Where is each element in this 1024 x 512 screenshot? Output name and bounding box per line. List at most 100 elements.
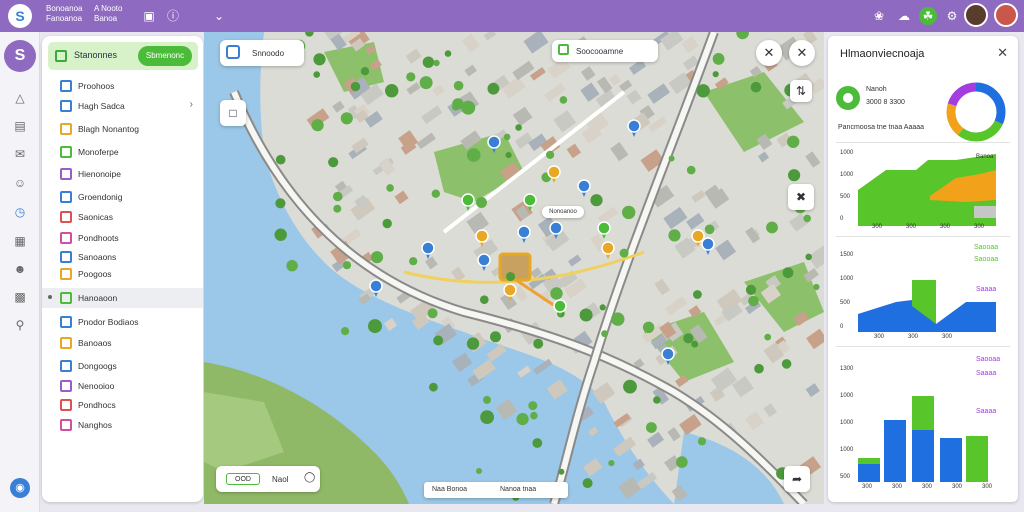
settings-icon[interactable]: ⚙ [943,7,961,25]
axis-tick-label: 0 [840,324,844,330]
sidebar-item[interactable]: Hanoaoon [42,288,203,308]
sidebar-item[interactable]: Proohoos [42,76,203,96]
leaf-icon[interactable]: ☘ [919,7,937,25]
map-view[interactable]: Snnoodo Soocooamne □ ✕ ✕ ⇅ ✖ Nonoanoo OO… [204,32,824,504]
brand-icon[interactable]: S [4,40,36,72]
divider [836,142,1010,143]
tree [340,112,353,125]
axis-tick-label: 300 [872,224,883,230]
tree [668,229,681,242]
close-icon[interactable]: ✕ [789,40,815,66]
tree [558,468,565,475]
measure-icon[interactable]: ✖ [788,184,814,210]
building [533,358,553,375]
tree [466,148,481,162]
tools-icon[interactable]: ✕ [756,40,782,66]
sidebar-item[interactable]: Blagh Nonantog [42,119,203,139]
sidebar-item-label: Hienonoipe [78,169,122,179]
group-icon[interactable]: ☻ [12,261,28,277]
map-canvas[interactable] [204,32,824,504]
sidebar-item[interactable]: Nanghos [42,415,203,435]
sidebar-item-label: Nenooioo [78,381,115,391]
bag-icon[interactable]: ▣ [140,7,158,25]
sidebar-item[interactable]: Nenooioo [42,376,203,396]
share-icon[interactable]: ➦ [784,466,810,492]
sidebar-item-icon [60,292,72,304]
tree [611,312,625,326]
menu-group-2[interactable]: A Nooto Banoa [94,4,122,24]
tree [582,478,593,489]
sidebar-item-icon [60,268,72,280]
sidebar-item[interactable]: Pondhoots [42,228,203,248]
sidebar-item-label: Monoferpe [78,147,119,157]
sidebar-item-label: Proohoos [78,81,115,91]
tree [516,413,529,426]
mail-icon[interactable]: ✉ [12,146,28,162]
sidebar-item-icon [60,191,72,203]
app-logo-icon[interactable]: S [8,4,32,28]
building [546,379,568,400]
tree [754,363,764,374]
axis-tick-label: 300 [952,484,963,490]
sidebar-item[interactable]: Banoaos [42,333,203,353]
divider [836,346,1010,347]
panel-action-button[interactable]: Sbmenonc [138,46,192,66]
chevron-right-icon[interactable]: › [190,99,193,110]
map-popup[interactable]: Nonoanoo [542,206,584,218]
sidebar-item[interactable]: Hagh Sadca › [42,96,203,116]
document-icon[interactable]: ▤ [12,118,28,134]
help-icon[interactable]: ◉ [10,478,30,498]
info-icon[interactable]: ⓘ [164,7,182,25]
tree [386,184,394,192]
lock-icon[interactable]: ⚲ [12,317,28,333]
tree [579,308,593,322]
scale-chip: OOD [226,473,260,485]
sidebar-item[interactable]: Saonicas [42,207,203,227]
map-scale-control[interactable]: OOD Naol ◯ [216,466,320,492]
sidebar-item-label: Nanghos [78,420,113,430]
axis-tick-label: 1000 [840,393,854,399]
tree [782,267,794,279]
sidebar-item[interactable]: Monoferpe [42,142,203,162]
tree [487,82,500,95]
map-icon[interactable]: ▦ [12,233,28,249]
cloud-icon[interactable]: ☁ [895,7,913,25]
map-search-box[interactable]: Snnoodo [220,40,304,66]
tree [766,221,778,234]
sidebar-item[interactable]: Dongoogs [42,356,203,376]
tree [350,81,361,92]
menu-group-1[interactable]: Bonoanoa Fanoanoa [46,4,82,24]
avatar[interactable] [994,3,1018,27]
tree [646,422,657,433]
clock-icon[interactable]: ◷ [12,204,28,220]
axis-tick-label: 1000 [840,447,854,453]
sidebar-item[interactable]: Poogoos [42,264,203,284]
sidebar-item[interactable]: Pondhocs [42,395,203,415]
tree [360,67,370,76]
sidebar-item[interactable]: Groendonig [42,187,203,207]
tree [787,135,800,148]
status-left: Naa Bonoa [432,486,468,493]
sidebar-item[interactable]: Hienonoipe [42,164,203,184]
home-icon[interactable]: △ [12,90,28,106]
brush-icon[interactable]: ❀ [870,7,888,25]
avatar[interactable] [964,3,988,27]
chevron-down-icon[interactable]: ⌄ [210,7,228,25]
layers-icon[interactable]: ⇅ [790,80,812,102]
map-chip[interactable]: Soocooamne [552,40,658,62]
sidebar-item[interactable]: Pnodor Bodiaos [42,312,203,332]
axis-tick-label: 500 [840,474,851,480]
axis-tick-label: 1000 [840,172,854,178]
bookmark-icon[interactable]: □ [220,100,246,126]
axis-tick-label: 300 [906,224,917,230]
stat-icon [836,86,860,110]
user-icon[interactable]: ☺ [12,175,28,191]
tree [429,382,438,392]
tree [642,321,655,333]
tree [623,379,637,394]
tree [452,103,460,111]
sidebar-item-label: Banoaos [78,338,112,348]
chart-icon[interactable]: ▩ [12,289,28,305]
close-icon[interactable]: ✕ [997,45,1008,61]
building [495,398,518,421]
